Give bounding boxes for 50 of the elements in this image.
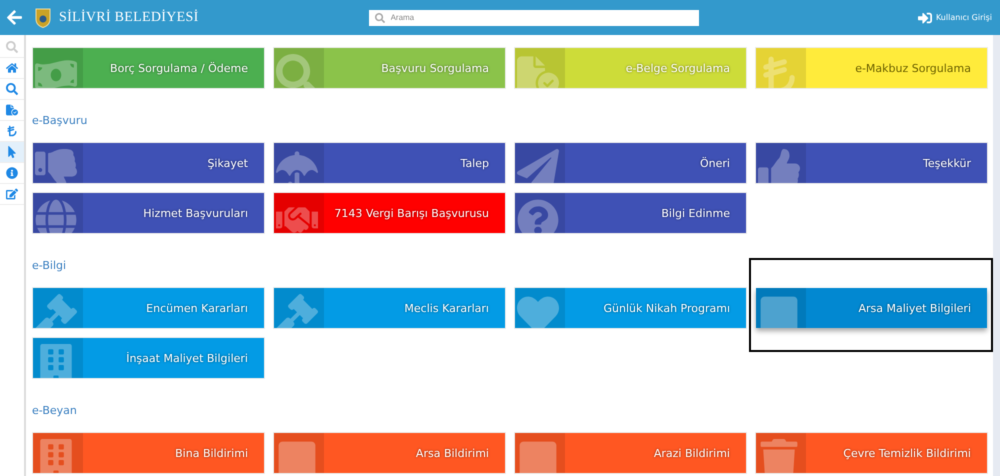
gavel-icon: [35, 294, 77, 328]
service-tile[interactable]: Encümen Kararları: [33, 288, 264, 328]
section-title: e-Beyan: [32, 403, 78, 419]
trash-icon: [758, 439, 800, 473]
globe-icon: [35, 199, 77, 233]
site-title: SİLİVRİ BELEDİYESİ: [59, 10, 199, 26]
login-link[interactable]: Kullanıcı Girişi: [936, 13, 992, 22]
umbrella-icon: [276, 149, 318, 183]
service-tile[interactable]: Borç Sorgulama / Ödeme: [33, 48, 264, 88]
service-tile[interactable]: Hizmet Başvuruları: [33, 193, 264, 233]
edit-icon: [6, 188, 18, 200]
service-tile[interactable]: 7143 Vergi Barışı Başvurusu: [274, 193, 505, 233]
login-icon[interactable]: [918, 10, 932, 24]
service-tile[interactable]: Arazi Bildirimi: [515, 433, 746, 473]
info-icon: [6, 167, 18, 179]
search-icon: [276, 54, 318, 88]
service-tile[interactable]: Arsa Maliyet Bilgileri: [756, 288, 987, 328]
thumbs-up-icon: [758, 149, 800, 183]
search-icon: [374, 12, 385, 22]
gavel-icon: [276, 294, 318, 328]
paper-plane-icon: [517, 149, 559, 183]
service-tile[interactable]: Günlük Nikah Programı: [515, 288, 746, 328]
section-title: e-Bilgi: [32, 258, 68, 274]
service-tile[interactable]: Talep: [274, 143, 505, 183]
question-icon: [517, 199, 559, 233]
service-tile[interactable]: Başvuru Sorgulama: [274, 48, 505, 88]
service-tile[interactable]: Arsa Bildirimi: [274, 433, 505, 473]
thumbs-down-icon: [35, 149, 77, 183]
service-tile[interactable]: Teşekkür: [756, 143, 987, 183]
home-icon: [6, 62, 18, 74]
service-tile[interactable]: Çevre Temizlik Bildirimi: [756, 433, 987, 473]
service-tile[interactable]: Bilgi Edinme: [515, 193, 746, 233]
sidebar-item[interactable]: [0, 142, 24, 163]
shield-logo-icon: [35, 8, 51, 28]
service-tile[interactable]: Şikayet: [33, 143, 264, 183]
service-tile[interactable]: İnşaat Maliyet Bilgileri: [33, 338, 264, 378]
heart-icon: [517, 294, 559, 328]
file-check-icon: [517, 54, 559, 88]
search-field[interactable]: Arama: [368, 10, 699, 26]
service-tile[interactable]: e-Makbuz Sorgulama: [756, 48, 987, 88]
service-tile[interactable]: Meclis Kararları: [274, 288, 505, 328]
search-icon: [6, 83, 18, 95]
section-title: e-Başvuru: [32, 113, 88, 129]
file-check-icon: [6, 104, 18, 116]
pointer-icon: [6, 146, 18, 158]
lira-icon: [6, 125, 18, 137]
back-icon[interactable]: [6, 9, 23, 26]
service-tile[interactable]: Bina Bildirimi: [33, 433, 264, 473]
search-icon: [6, 41, 18, 53]
service-tile[interactable]: Öneri: [515, 143, 746, 183]
